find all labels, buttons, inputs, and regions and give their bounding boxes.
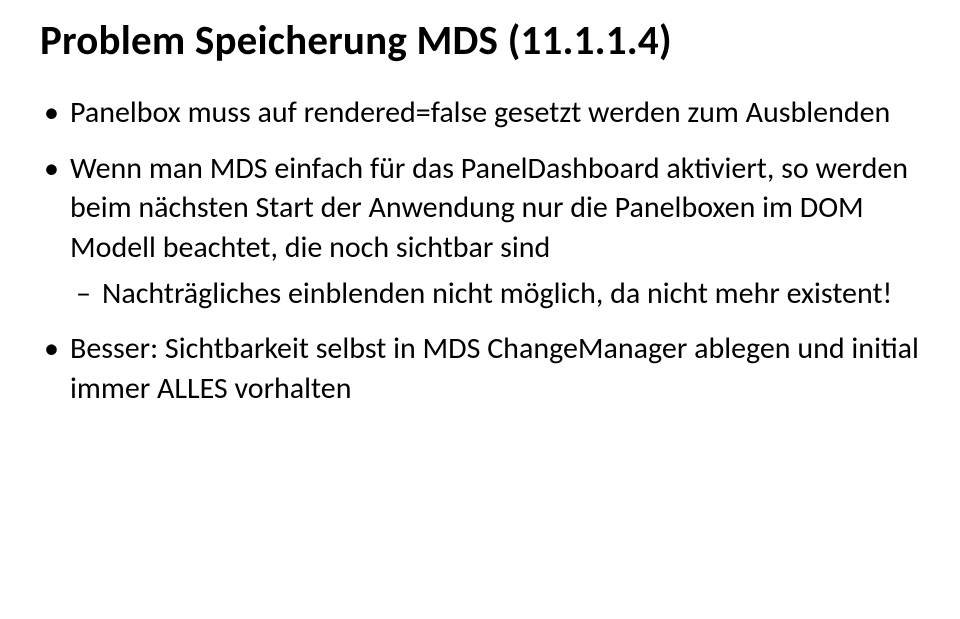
slide-title: Problem Speicherung MDS (11.1.1.4) (40, 18, 926, 65)
list-item-text: Panelbox muss auf rendered=false gesetzt… (70, 94, 890, 131)
list-item-text: Wenn man MDS einfach für das PanelDashbo… (70, 150, 908, 266)
list-item-text: Nachträgliches einblenden nicht möglich,… (102, 275, 892, 312)
list-item-text: Besser: Sichtbarkeit selbst in MDS Chang… (70, 330, 919, 407)
list-item: Panelbox muss auf rendered=false gesetzt… (40, 93, 926, 133)
list-item: Nachträgliches einblenden nicht möglich,… (70, 274, 926, 314)
slide: Problem Speicherung MDS (11.1.1.4) Panel… (0, 0, 960, 619)
list-item: Besser: Sichtbarkeit selbst in MDS Chang… (40, 329, 926, 408)
bullet-list: Panelbox muss auf rendered=false gesetzt… (40, 93, 926, 408)
sub-bullet-list: Nachträgliches einblenden nicht möglich,… (70, 274, 926, 314)
list-item: Wenn man MDS einfach für das PanelDashbo… (40, 149, 926, 313)
